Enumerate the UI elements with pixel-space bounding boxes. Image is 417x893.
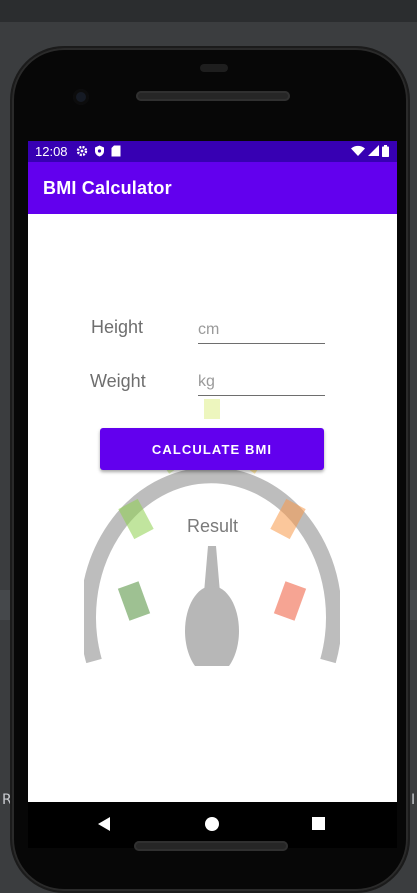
- back-icon[interactable]: [98, 817, 110, 831]
- app-bar: BMI Calculator: [28, 162, 397, 214]
- bottom-speaker: [134, 841, 288, 851]
- ide-left-letter: R: [2, 792, 12, 808]
- shield-icon: [94, 144, 105, 162]
- phone-top-slot: [200, 64, 228, 72]
- speedometer-background: [80, 356, 342, 676]
- calculate-bmi-button[interactable]: CALCULATE BMI: [100, 428, 324, 470]
- earpiece-speaker: [136, 91, 290, 101]
- phone-frame: 12:08 BMI Calculator Height cm Weight kg…: [12, 48, 408, 891]
- height-label: Height: [91, 317, 144, 337]
- status-time: 12:08: [35, 144, 68, 159]
- ide-right-letter: I: [411, 792, 416, 808]
- status-bar: 12:08: [28, 141, 397, 162]
- settings-icon: [76, 144, 88, 162]
- signal-icon: [368, 144, 379, 162]
- sd-card-icon: [111, 144, 121, 162]
- wifi-icon: [351, 144, 365, 162]
- weight-label: Weight: [90, 371, 146, 391]
- app-title: BMI Calculator: [43, 178, 172, 198]
- result-text: Result: [186, 516, 239, 536]
- front-camera: [73, 89, 89, 105]
- ide-top-band: [0, 0, 417, 22]
- home-icon[interactable]: [205, 817, 219, 831]
- weight-input[interactable]: [198, 369, 325, 396]
- device-screen: 12:08 BMI Calculator Height cm Weight kg…: [28, 141, 397, 802]
- recents-icon[interactable]: [312, 817, 325, 830]
- battery-icon: [382, 144, 389, 162]
- height-input[interactable]: [198, 317, 325, 344]
